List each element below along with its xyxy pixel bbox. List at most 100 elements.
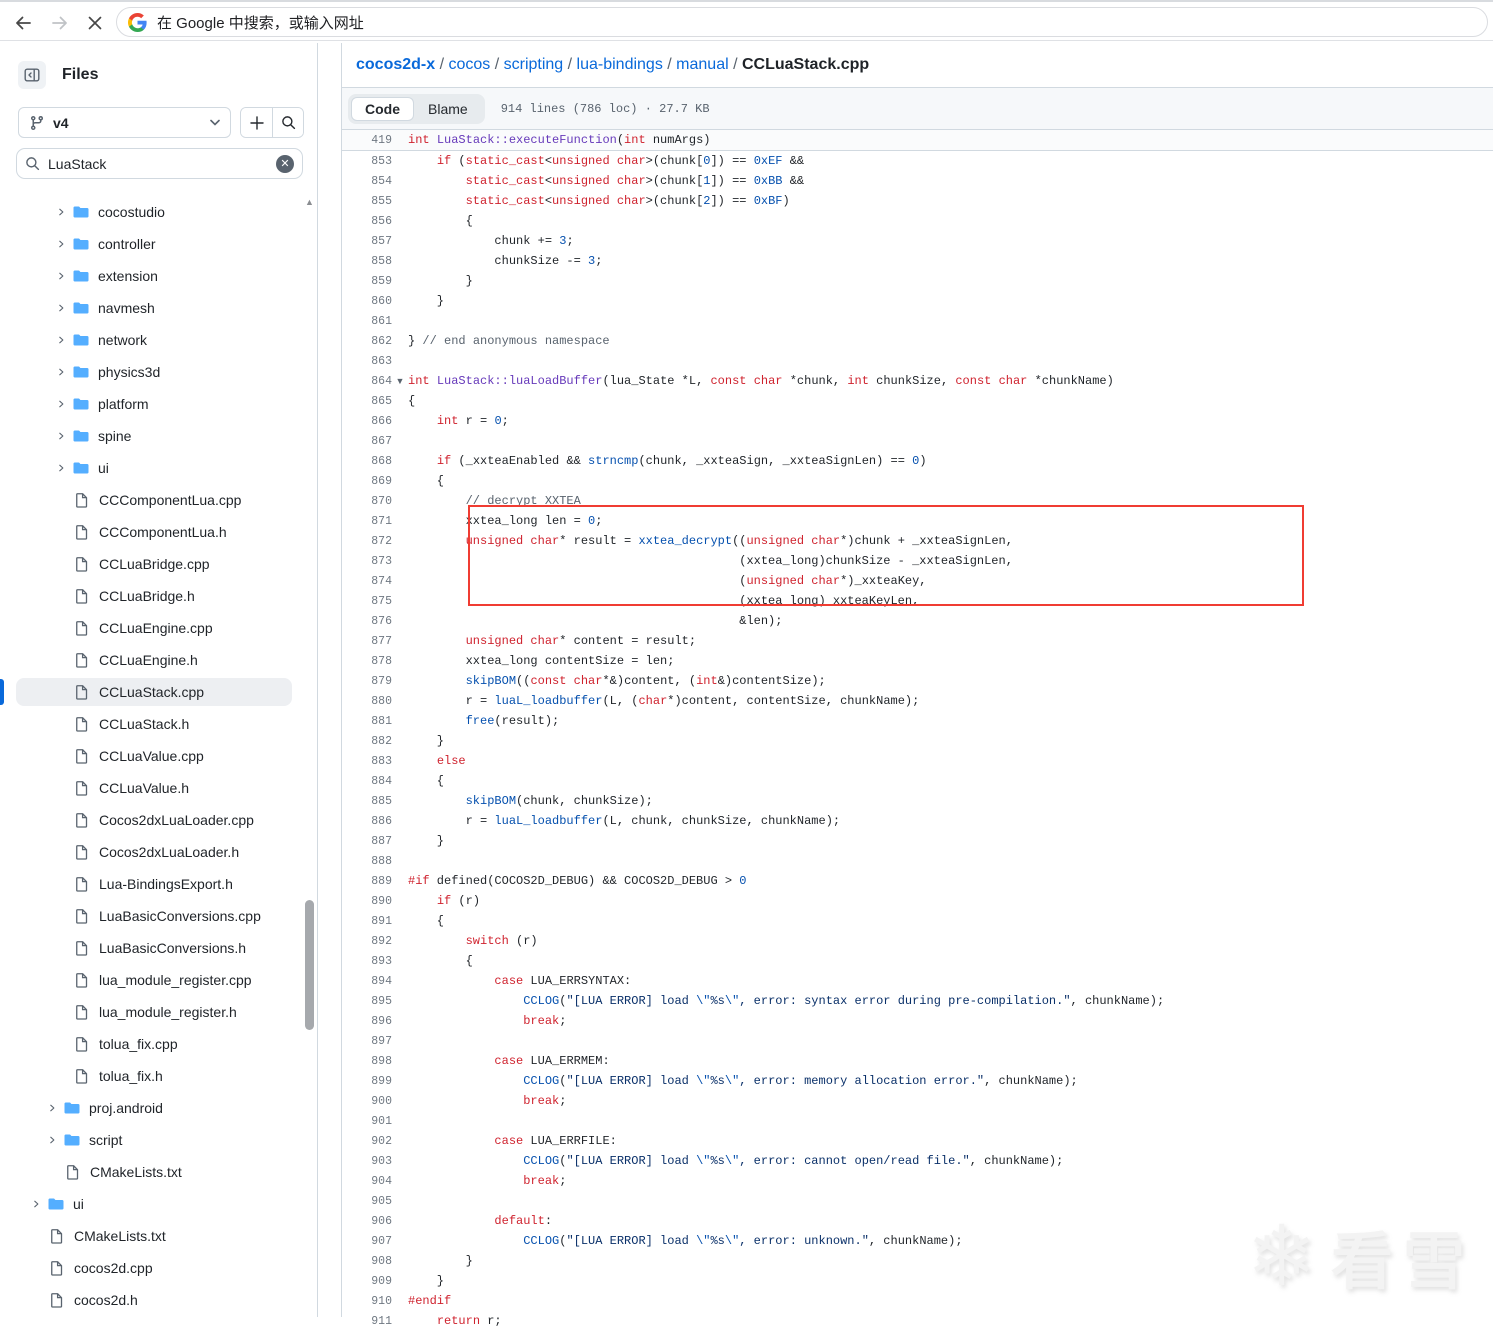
line-number[interactable]: 874 <box>342 575 392 588</box>
chevron-right-icon[interactable] <box>47 1135 57 1145</box>
scrollbar-thumb[interactable] <box>305 900 314 1030</box>
tree-search-input[interactable] <box>48 156 276 172</box>
tree-file-lua_module_register.h[interactable]: lua_module_register.h <box>0 996 304 1028</box>
forward-icon[interactable] <box>47 10 73 36</box>
line-number[interactable]: 889 <box>342 875 392 888</box>
line-number[interactable]: 858 <box>342 255 392 268</box>
line-number[interactable]: 419 <box>342 134 392 147</box>
address-bar[interactable]: 在 Google 中搜索，或输入网址 <box>116 7 1488 37</box>
line-number[interactable]: 881 <box>342 715 392 728</box>
tree-folder-proj.android[interactable]: proj.android <box>0 1092 304 1124</box>
tree-file-LuaBasicConversions.h[interactable]: LuaBasicConversions.h <box>0 932 304 964</box>
breadcrumb-link[interactable]: cocos2d-x <box>356 56 435 74</box>
line-number[interactable]: 878 <box>342 655 392 668</box>
line-number[interactable]: 899 <box>342 1075 392 1088</box>
chevron-right-icon[interactable] <box>56 335 66 345</box>
line-number[interactable]: 893 <box>342 955 392 968</box>
tree-folder-platform[interactable]: platform <box>0 388 304 420</box>
line-number[interactable]: 905 <box>342 1195 392 1208</box>
line-number[interactable]: 911 <box>342 1315 392 1328</box>
line-number[interactable]: 909 <box>342 1275 392 1288</box>
line-number[interactable]: 886 <box>342 815 392 828</box>
tree-file-tolua_fix.cpp[interactable]: tolua_fix.cpp <box>0 1028 304 1060</box>
tree-file-CCLuaValue.cpp[interactable]: CCLuaValue.cpp <box>0 740 304 772</box>
line-number[interactable]: 896 <box>342 1015 392 1028</box>
line-number[interactable]: 894 <box>342 975 392 988</box>
line-number[interactable]: 910 <box>342 1295 392 1308</box>
line-number[interactable]: 870 <box>342 495 392 508</box>
chevron-right-icon[interactable] <box>56 303 66 313</box>
line-number[interactable]: 879 <box>342 675 392 688</box>
line-number[interactable]: 860 <box>342 295 392 308</box>
collapse-sidebar-button[interactable] <box>18 61 46 89</box>
tree-file-cocos2d.cpp[interactable]: cocos2d.cpp <box>0 1252 304 1284</box>
line-number[interactable]: 880 <box>342 695 392 708</box>
tree-file-Cocos2dxLuaLoader.cpp[interactable]: Cocos2dxLuaLoader.cpp <box>0 804 304 836</box>
tree-file-cocos2d.h[interactable]: cocos2d.h <box>0 1284 304 1316</box>
tree-folder-spine[interactable]: spine <box>0 420 304 452</box>
line-number[interactable]: 875 <box>342 595 392 608</box>
line-number[interactable]: 855 <box>342 195 392 208</box>
line-number[interactable]: 906 <box>342 1215 392 1228</box>
line-number[interactable]: 868 <box>342 455 392 468</box>
line-number[interactable]: 872 <box>342 535 392 548</box>
tree-file-CCComponentLua.cpp[interactable]: CCComponentLua.cpp <box>0 484 304 516</box>
line-number[interactable]: 856 <box>342 215 392 228</box>
line-number[interactable]: 866 <box>342 415 392 428</box>
line-number[interactable]: 907 <box>342 1235 392 1248</box>
tree-file-CCLuaEngine.cpp[interactable]: CCLuaEngine.cpp <box>0 612 304 644</box>
close-icon[interactable] <box>82 10 108 36</box>
tree-file-CCComponentLua.h[interactable]: CCComponentLua.h <box>0 516 304 548</box>
chevron-right-icon[interactable] <box>56 207 66 217</box>
tree-file-LuaBasicConversions.cpp[interactable]: LuaBasicConversions.cpp <box>0 900 304 932</box>
line-number[interactable]: 857 <box>342 235 392 248</box>
chevron-right-icon[interactable] <box>56 271 66 281</box>
sidebar-scrollbar[interactable]: ▲ <box>303 195 316 1317</box>
chevron-right-icon[interactable] <box>56 239 66 249</box>
search-toggle-button[interactable] <box>272 108 303 137</box>
line-number[interactable]: 903 <box>342 1155 392 1168</box>
breadcrumb-link[interactable]: cocos <box>448 56 490 74</box>
line-number[interactable]: 898 <box>342 1055 392 1068</box>
line-number[interactable]: 902 <box>342 1135 392 1148</box>
line-number[interactable]: 862 <box>342 335 392 348</box>
tree-file-lua_module_register.cpp[interactable]: lua_module_register.cpp <box>0 964 304 996</box>
tree-file-CMakeLists.txt[interactable]: CMakeLists.txt <box>0 1156 304 1188</box>
line-number[interactable]: 900 <box>342 1095 392 1108</box>
tab-blame[interactable]: Blame <box>414 97 482 121</box>
scrollbar-up-arrow[interactable]: ▲ <box>303 195 316 209</box>
line-number[interactable]: 869 <box>342 475 392 488</box>
line-number[interactable]: 890 <box>342 895 392 908</box>
tree-folder-controller[interactable]: controller <box>0 228 304 260</box>
line-number[interactable]: 897 <box>342 1035 392 1048</box>
line-number[interactable]: 885 <box>342 795 392 808</box>
collapse-chevron-icon[interactable]: ▼ <box>392 371 408 391</box>
clear-search-icon[interactable]: ✕ <box>276 155 294 173</box>
tree-file-CCLuaStack.cpp[interactable]: CCLuaStack.cpp <box>0 676 304 708</box>
tree-file-tolua_fix.h[interactable]: tolua_fix.h <box>0 1060 304 1092</box>
breadcrumb-link[interactable]: lua-bindings <box>577 56 663 74</box>
back-icon[interactable] <box>10 10 36 36</box>
chevron-right-icon[interactable] <box>56 399 66 409</box>
tree-file-CMakeLists.txt[interactable]: CMakeLists.txt <box>0 1220 304 1252</box>
line-number[interactable]: 882 <box>342 735 392 748</box>
breadcrumb-link[interactable]: manual <box>676 56 728 74</box>
tree-file-CCLuaEngine.h[interactable]: CCLuaEngine.h <box>0 644 304 676</box>
line-number[interactable]: 865 <box>342 395 392 408</box>
chevron-right-icon[interactable] <box>56 463 66 473</box>
line-number[interactable]: 883 <box>342 755 392 768</box>
line-number[interactable]: 854 <box>342 175 392 188</box>
chevron-right-icon[interactable] <box>56 431 66 441</box>
line-number[interactable]: 859 <box>342 275 392 288</box>
branch-selector[interactable]: v4 <box>18 107 231 138</box>
tree-file-CCLuaValue.h[interactable]: CCLuaValue.h <box>0 772 304 804</box>
line-number[interactable]: 887 <box>342 835 392 848</box>
line-number[interactable]: 864 <box>342 375 392 388</box>
tree-file-Cocos2dxLuaLoader.h[interactable]: Cocos2dxLuaLoader.h <box>0 836 304 868</box>
tree-folder-cocostudio[interactable]: cocostudio <box>0 196 304 228</box>
line-number[interactable]: 901 <box>342 1115 392 1128</box>
tree-folder-navmesh[interactable]: navmesh <box>0 292 304 324</box>
tree-folder-ui[interactable]: ui <box>0 1188 304 1220</box>
line-number[interactable]: 863 <box>342 355 392 368</box>
tree-file-CCLuaBridge.cpp[interactable]: CCLuaBridge.cpp <box>0 548 304 580</box>
